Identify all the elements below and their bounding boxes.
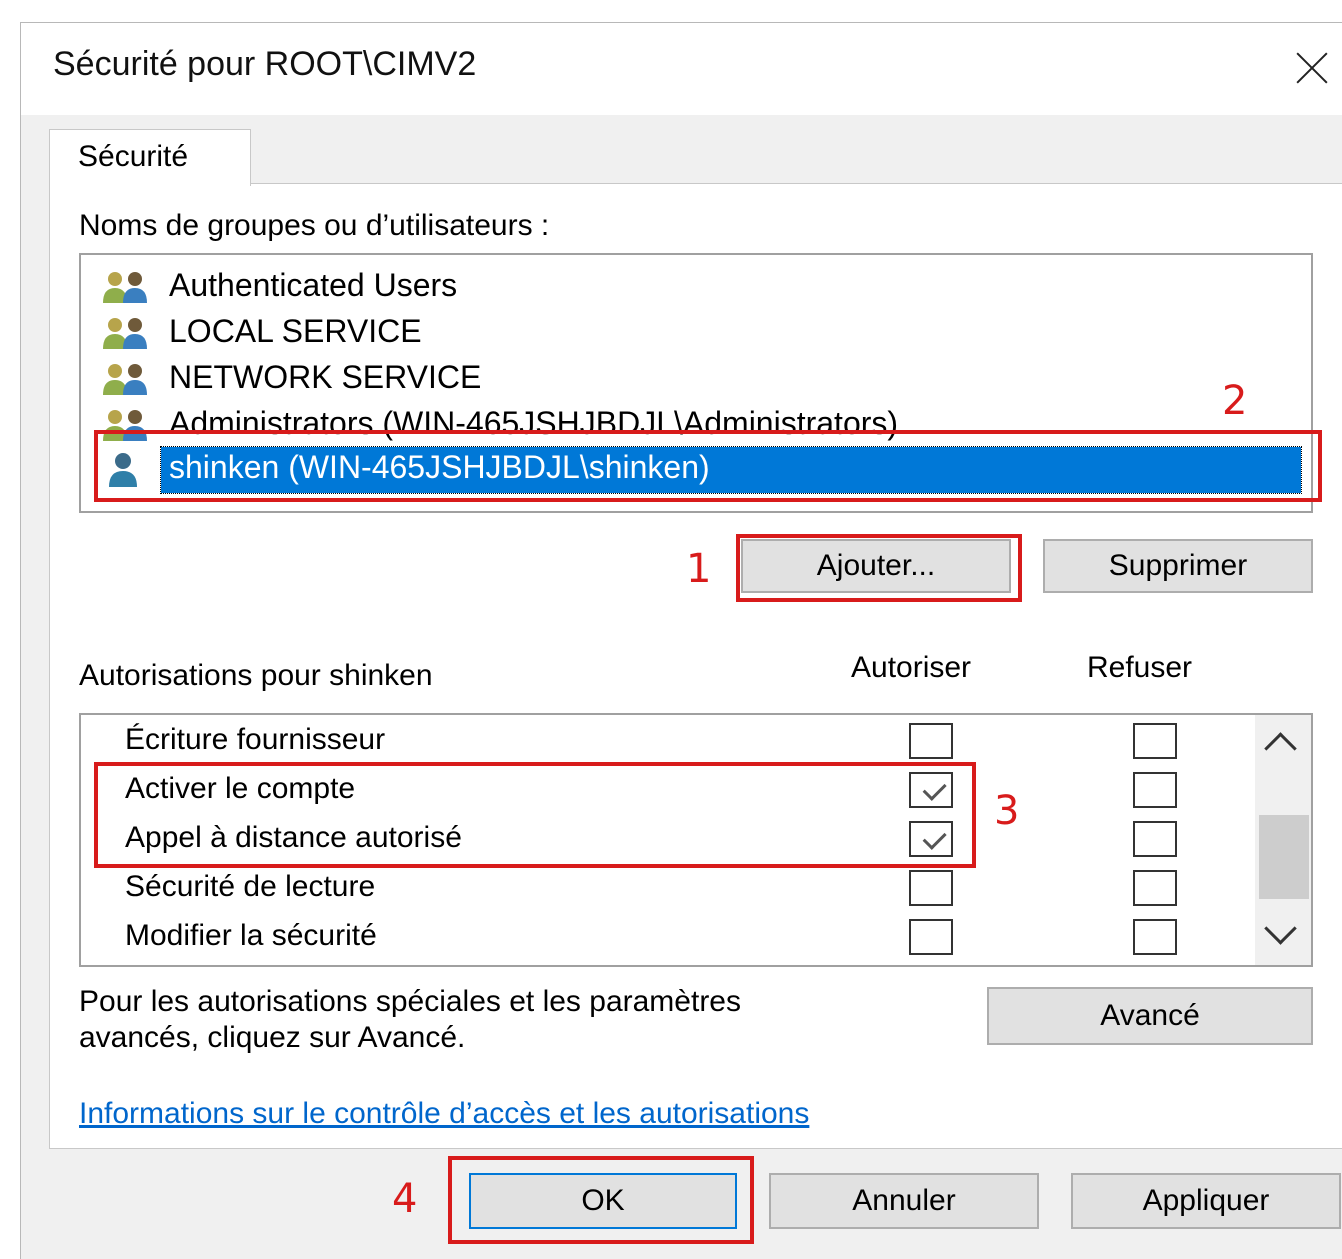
deny-checkbox[interactable]	[1133, 723, 1177, 759]
allow-checkbox[interactable]	[909, 723, 953, 759]
permission-row: Modifier la sécurité	[81, 913, 1241, 961]
user-name: NETWORK SERVICE	[169, 359, 482, 395]
permission-row: Écriture fournisseur	[81, 717, 1241, 765]
permissions-scrollbar[interactable]	[1255, 715, 1311, 965]
allow-checkbox[interactable]	[909, 919, 953, 955]
annotation-number-3: 3	[994, 788, 1020, 834]
permission-name: Écriture fournisseur	[125, 723, 386, 756]
deny-checkbox[interactable]	[1133, 772, 1177, 808]
user-name: Authenticated Users	[169, 267, 458, 303]
cancel-button[interactable]: Annuler	[769, 1173, 1039, 1229]
group-icon	[103, 272, 147, 303]
apply-button[interactable]: Appliquer	[1071, 1173, 1341, 1229]
users-label: Noms de groupes ou d’utilisateurs :	[79, 209, 550, 242]
deny-checkbox[interactable]	[1133, 821, 1177, 857]
advanced-hint-line1: Pour les autorisations spéciales et les …	[79, 985, 741, 1018]
security-dialog: Sécurité pour ROOT\CIMV2 Sécurité Noms d…	[20, 22, 1342, 1259]
list-item-local-service[interactable]: LOCAL SERVICE	[99, 311, 1299, 355]
window-title: Sécurité pour ROOT\CIMV2	[53, 45, 477, 83]
group-icon	[103, 318, 147, 349]
chevron-down-icon[interactable]	[1264, 912, 1297, 945]
tab-securite[interactable]: Sécurité	[49, 129, 251, 186]
list-item-authenticated-users[interactable]: Authenticated Users	[99, 265, 1299, 309]
scroll-thumb[interactable]	[1259, 815, 1309, 899]
annotation-number-1: 1	[686, 546, 712, 592]
annotation-number-4: 4	[392, 1176, 418, 1222]
remove-button[interactable]: Supprimer	[1043, 539, 1313, 593]
permissions-label: Autorisations pour shinken	[79, 659, 433, 692]
advanced-hint-line2: avancés, cliquez sur Avancé.	[79, 1021, 466, 1054]
deny-column-header: Refuser	[1087, 651, 1193, 684]
annotation-box-1	[736, 534, 1022, 602]
list-item-network-service[interactable]: NETWORK SERVICE	[99, 357, 1299, 401]
permission-row: Sécurité de lecture	[81, 864, 1241, 912]
close-icon[interactable]	[1281, 37, 1341, 97]
tab-label: Sécurité	[78, 140, 189, 173]
group-icon	[103, 364, 147, 395]
annotation-box-4	[448, 1156, 754, 1244]
chevron-up-icon[interactable]	[1264, 732, 1297, 765]
access-control-help-link[interactable]: Informations sur le contrôle d’accès et …	[79, 1097, 809, 1131]
annotation-box-3	[94, 762, 976, 868]
allow-column-header: Autoriser	[851, 651, 972, 684]
permission-name: Modifier la sécurité	[125, 919, 377, 952]
user-name: LOCAL SERVICE	[169, 313, 422, 349]
title-bar: Sécurité pour ROOT\CIMV2	[21, 23, 1342, 115]
permission-name: Sécurité de lecture	[125, 870, 376, 903]
deny-checkbox[interactable]	[1133, 919, 1177, 955]
deny-checkbox[interactable]	[1133, 870, 1177, 906]
annotation-box-2	[94, 430, 1322, 502]
allow-checkbox[interactable]	[909, 870, 953, 906]
annotation-number-2: 2	[1222, 378, 1248, 424]
advanced-button[interactable]: Avancé	[987, 987, 1313, 1045]
